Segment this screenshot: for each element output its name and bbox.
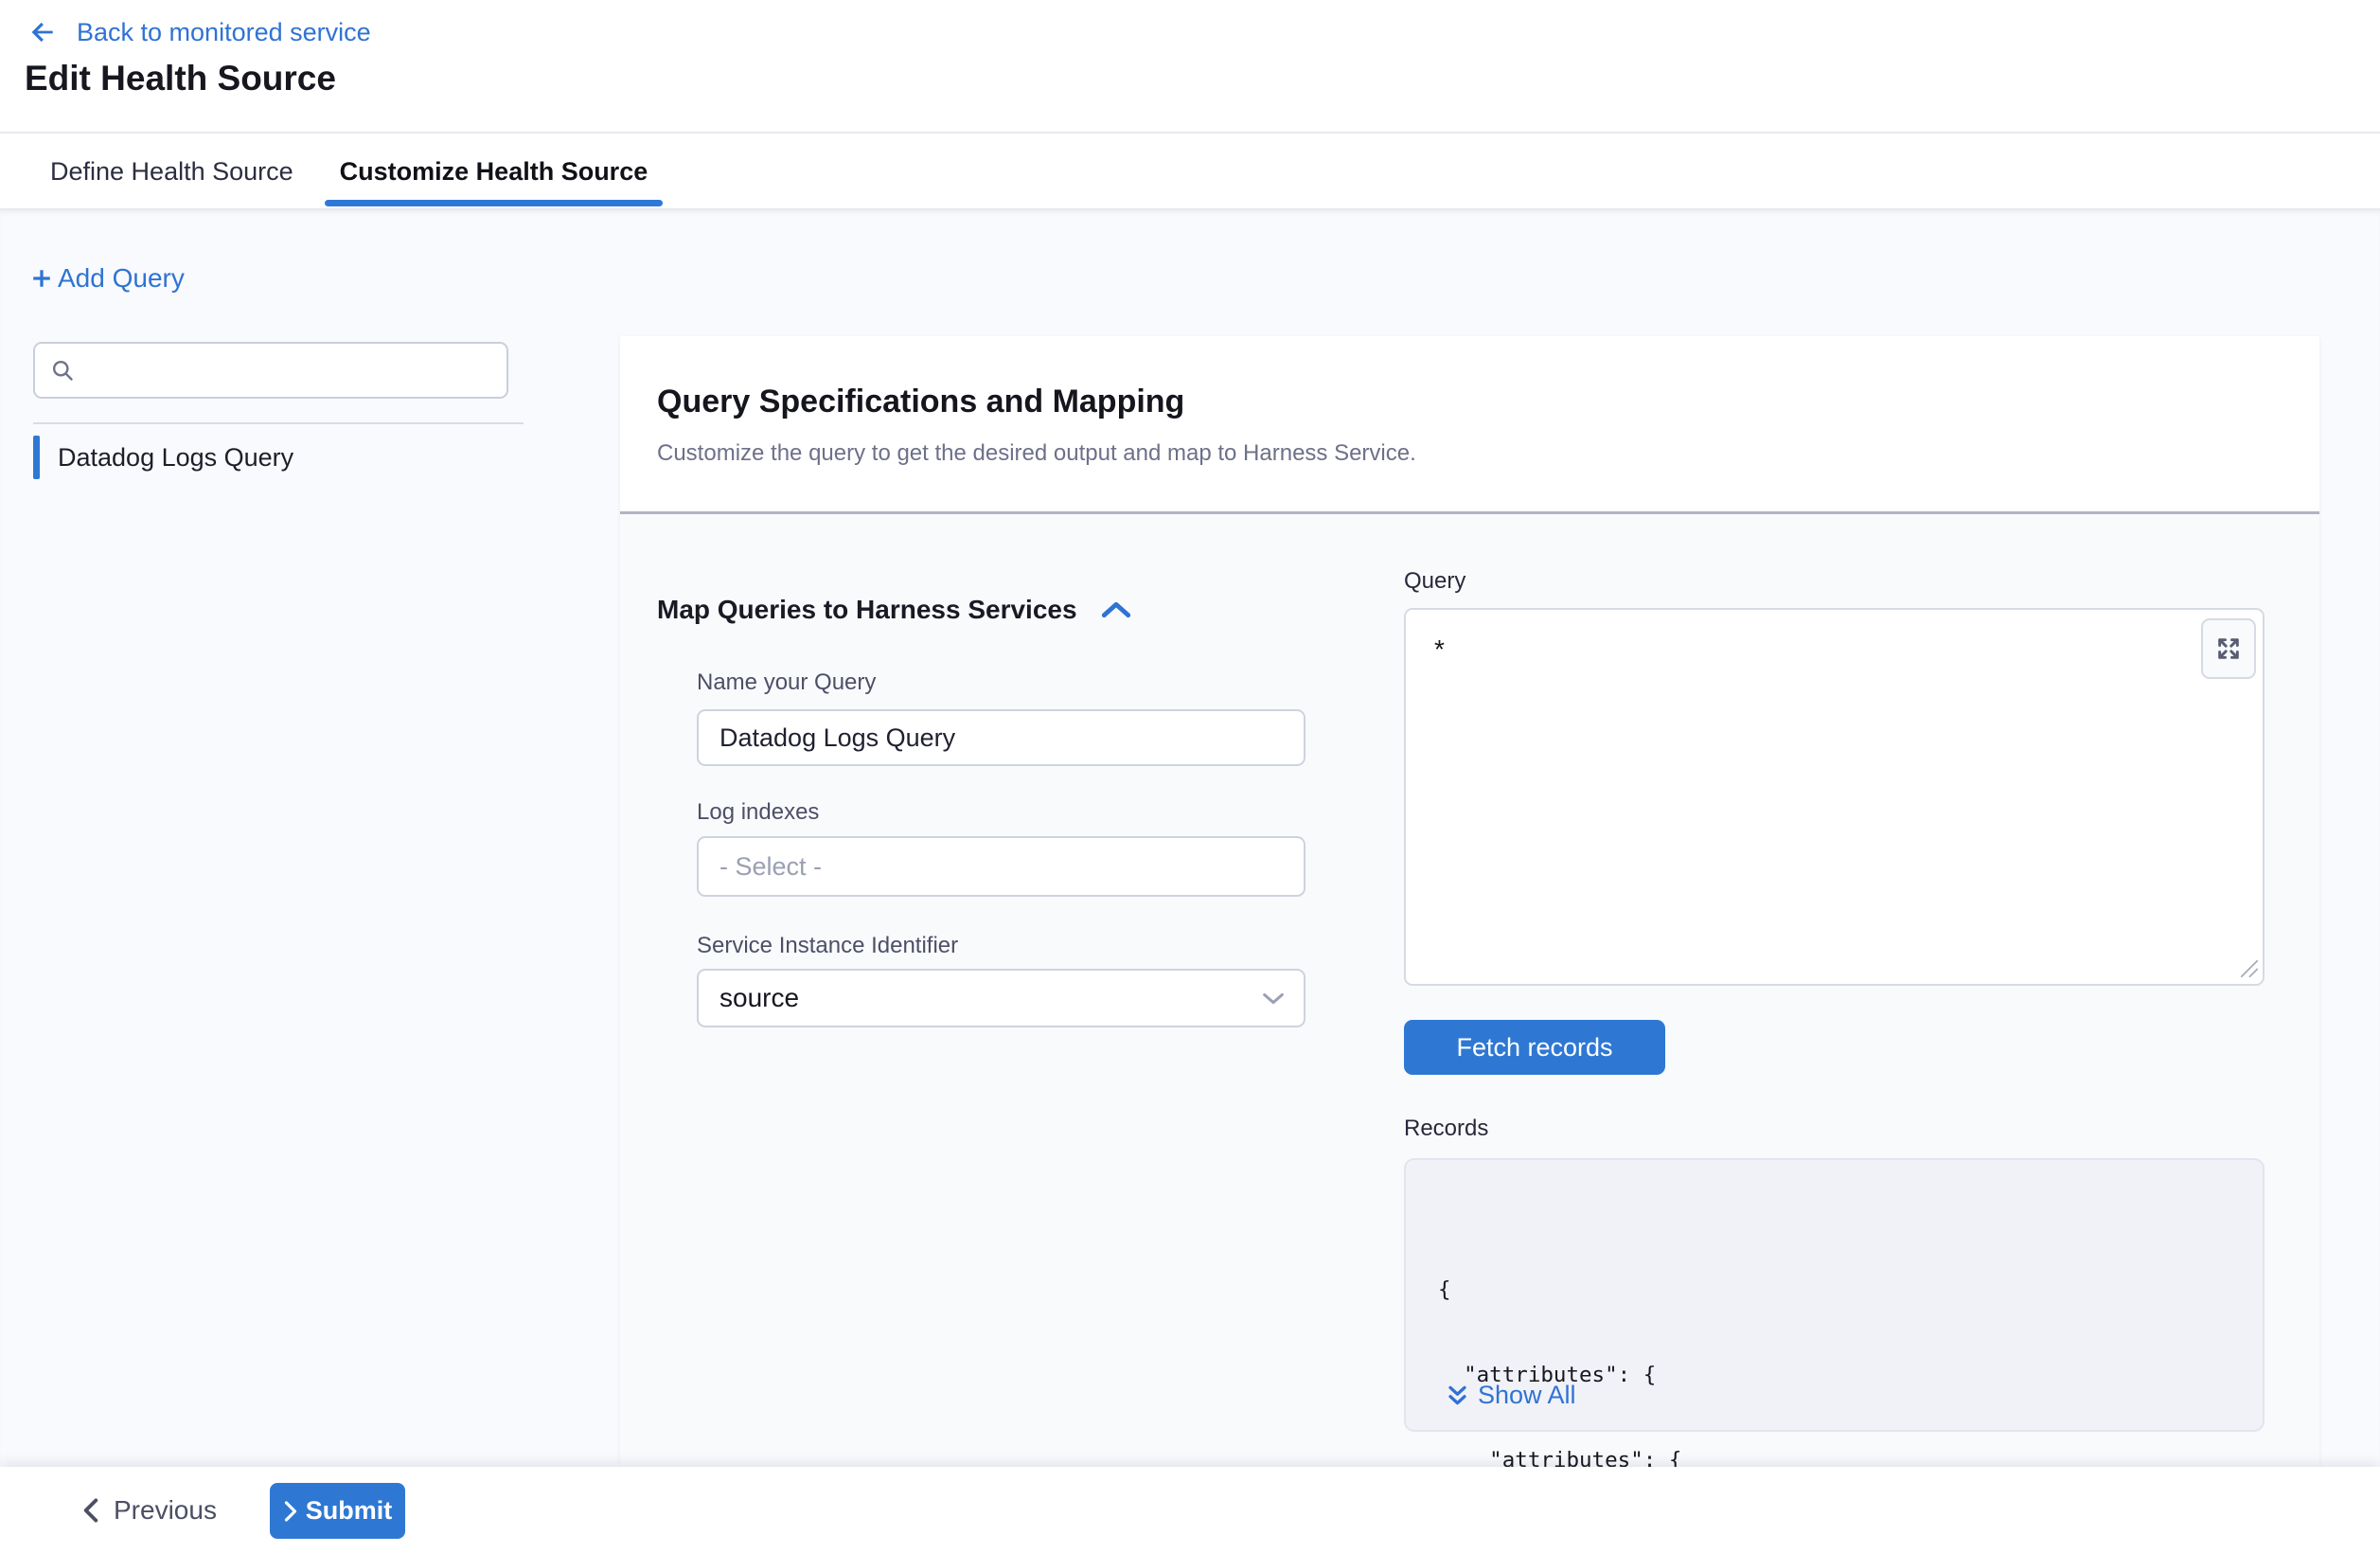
query-label: Query (1404, 568, 1465, 595)
selected-indicator-bar (33, 436, 40, 479)
log-indexes-select[interactable] (697, 836, 1305, 897)
back-arrow-icon (27, 17, 58, 47)
add-query-button[interactable]: Add Query (27, 263, 185, 294)
query-list-item[interactable]: Datadog Logs Query (33, 435, 293, 480)
search-input[interactable] (85, 344, 506, 397)
chevron-down-icon (1260, 989, 1287, 1008)
footer-bar: Previous Submit (0, 1467, 2380, 1553)
tab-bar: Define Health Source Customize Health So… (0, 135, 2380, 208)
page-title: Edit Health Source (25, 59, 336, 98)
chevron-up-icon[interactable] (1100, 598, 1132, 621)
show-all-label: Show All (1478, 1381, 1576, 1410)
show-all-link[interactable]: Show All (1446, 1381, 1576, 1410)
log-indexes-label: Log indexes (697, 799, 819, 826)
back-link[interactable]: Back to monitored service (27, 17, 371, 47)
back-link-label: Back to monitored service (77, 18, 371, 47)
service-instance-value: source (719, 983, 799, 1013)
records-json-line: { (1438, 1276, 1797, 1304)
resize-handle[interactable] (2240, 959, 2259, 978)
map-queries-section-title: Map Queries to Harness Services (657, 595, 1077, 625)
sidebar-divider (33, 422, 524, 424)
tab-define-health-source[interactable]: Define Health Source (35, 135, 309, 208)
query-textarea[interactable]: * (1404, 608, 2265, 986)
query-spec-card: Query Specifications and Mapping Customi… (620, 336, 2319, 1467)
chevron-left-icon (81, 1498, 100, 1523)
expand-icon (2215, 635, 2242, 662)
records-panel: { "attributes": { "attributes": { "date"… (1404, 1158, 2265, 1432)
query-name-input[interactable] (697, 709, 1305, 766)
query-list-item-label: Datadog Logs Query (58, 443, 293, 473)
page: Back to monitored service Edit Health So… (0, 0, 2380, 1553)
map-queries-section-header: Map Queries to Harness Services (657, 595, 1132, 625)
card-subtitle: Customize the query to get the desired o… (657, 440, 1416, 467)
content-area: Add Query Datadog Logs Query Query Speci… (0, 208, 2380, 1467)
card-title: Query Specifications and Mapping (657, 384, 1184, 420)
add-query-label: Add Query (58, 263, 185, 294)
double-chevron-down-icon (1446, 1383, 1469, 1407)
fetch-records-button[interactable]: Fetch records (1404, 1020, 1665, 1075)
submit-button[interactable]: Submit (270, 1483, 405, 1539)
service-instance-identifier-label: Service Instance Identifier (697, 933, 958, 959)
previous-label: Previous (114, 1495, 217, 1526)
query-editor: * (1404, 608, 2265, 986)
service-instance-dropdown[interactable]: source (697, 969, 1305, 1027)
tab-customize-health-source[interactable]: Customize Health Source (325, 135, 664, 208)
previous-button[interactable]: Previous (81, 1467, 217, 1553)
name-your-query-label: Name your Query (697, 669, 876, 696)
card-body: Map Queries to Harness Services Name you… (620, 511, 2319, 1467)
page-header: Back to monitored service Edit Health So… (0, 0, 2380, 134)
search-icon (50, 358, 76, 384)
expand-query-button[interactable] (2201, 618, 2256, 679)
submit-label: Submit (306, 1496, 393, 1526)
chevron-right-icon (283, 1501, 298, 1522)
plus-icon (27, 264, 56, 293)
records-label: Records (1404, 1116, 1488, 1142)
query-search-box (33, 342, 508, 399)
